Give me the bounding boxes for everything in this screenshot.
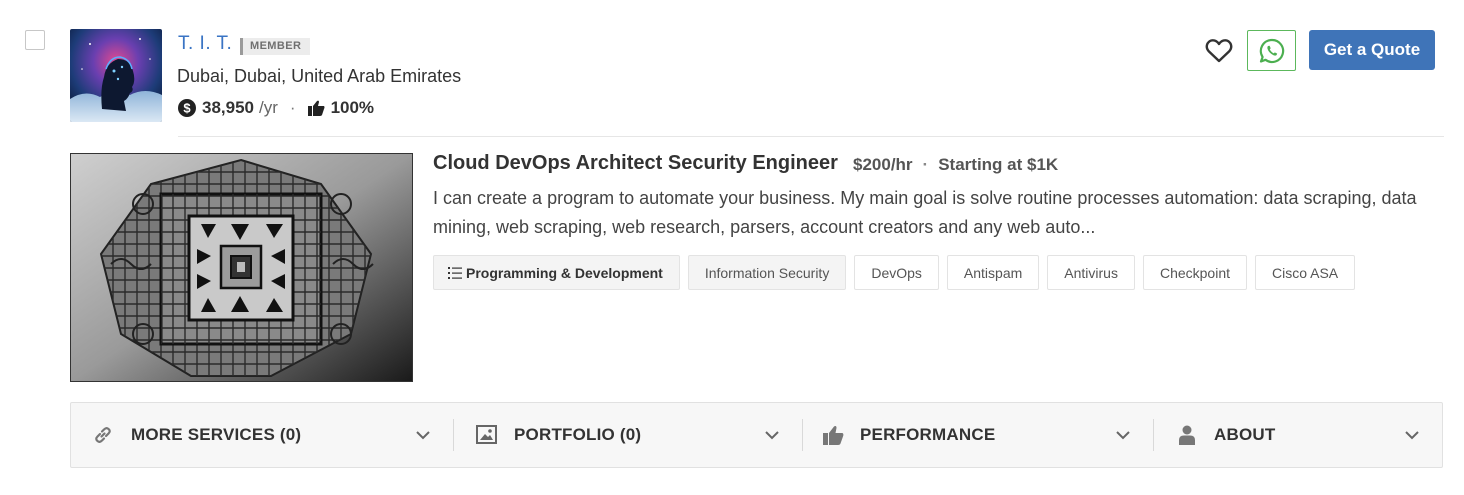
service-rate: $200/hr · Starting at $1K	[853, 155, 1058, 175]
divider	[178, 136, 1444, 137]
tab-label: PORTFOLIO (0)	[514, 425, 642, 444]
tab-portfolio[interactable]: PORTFOLIO (0)	[454, 403, 802, 467]
dollar-circle-icon: $	[178, 99, 196, 117]
user-icon	[1179, 425, 1195, 445]
location: Dubai, Dubai, United Arab Emirates	[177, 66, 462, 86]
service-description: I can create a program to automate your …	[433, 188, 1417, 237]
tab-label: ABOUT	[1214, 425, 1276, 444]
tab-more-services[interactable]: MORE SERVICES (0)	[71, 403, 453, 467]
tag-list: Programming & Development Information Se…	[433, 255, 1356, 290]
rating-percent: 100%	[330, 98, 375, 117]
details-tab-bar: MORE SERVICES (0) PORTFOLIO (0) PERFORMA…	[70, 402, 1443, 468]
stats-separator: ·	[289, 98, 296, 117]
favorite-heart-icon[interactable]	[1205, 38, 1233, 64]
avatar[interactable]	[70, 29, 162, 122]
skill-tag[interactable]: Antispam	[946, 255, 1040, 290]
earnings-amount: 38,950	[202, 98, 254, 117]
rate-separator: ·	[922, 155, 929, 174]
provider-name[interactable]: T. I. T.	[178, 33, 232, 55]
skill-tag[interactable]: Information Security	[687, 255, 847, 290]
skill-tag[interactable]: DevOps	[854, 255, 939, 290]
image-icon	[476, 425, 497, 444]
stats-row: $ 38,950 /yr · 100%	[178, 98, 374, 118]
thumbs-up-icon	[307, 100, 325, 116]
link-icon	[93, 425, 113, 445]
whatsapp-button[interactable]	[1247, 30, 1296, 71]
select-checkbox[interactable]	[25, 30, 45, 50]
chevron-down-icon	[415, 427, 431, 448]
skill-tag[interactable]: Checkpoint	[1142, 255, 1247, 290]
category-tag-label: Programming & Development	[466, 264, 663, 281]
service-title[interactable]: Cloud DevOps Architect Security Engineer	[433, 152, 838, 175]
list-icon	[448, 266, 462, 279]
whatsapp-icon	[1259, 38, 1285, 64]
skill-tag[interactable]: Cisco ASA	[1255, 255, 1356, 290]
thumbs-up-icon	[823, 425, 844, 445]
chevron-down-icon	[1404, 427, 1420, 448]
hourly-rate: $200/hr	[853, 155, 913, 174]
tab-label: MORE SERVICES (0)	[131, 425, 302, 444]
category-tag[interactable]: Programming & Development	[433, 255, 680, 290]
tab-about[interactable]: ABOUT	[1154, 403, 1442, 467]
starting-price: Starting at $1K	[938, 155, 1059, 174]
skill-tag[interactable]: Antivirus	[1047, 255, 1135, 290]
tab-performance[interactable]: PERFORMANCE	[803, 403, 1153, 467]
get-quote-button[interactable]: Get a Quote	[1309, 30, 1435, 70]
earnings-unit: /yr	[259, 98, 278, 117]
member-badge: MEMBER	[240, 38, 311, 55]
chevron-down-icon	[1115, 427, 1131, 448]
service-image[interactable]	[70, 153, 413, 382]
tab-label: PERFORMANCE	[860, 425, 996, 444]
chevron-down-icon	[764, 427, 780, 448]
svg-text:$: $	[183, 101, 191, 116]
